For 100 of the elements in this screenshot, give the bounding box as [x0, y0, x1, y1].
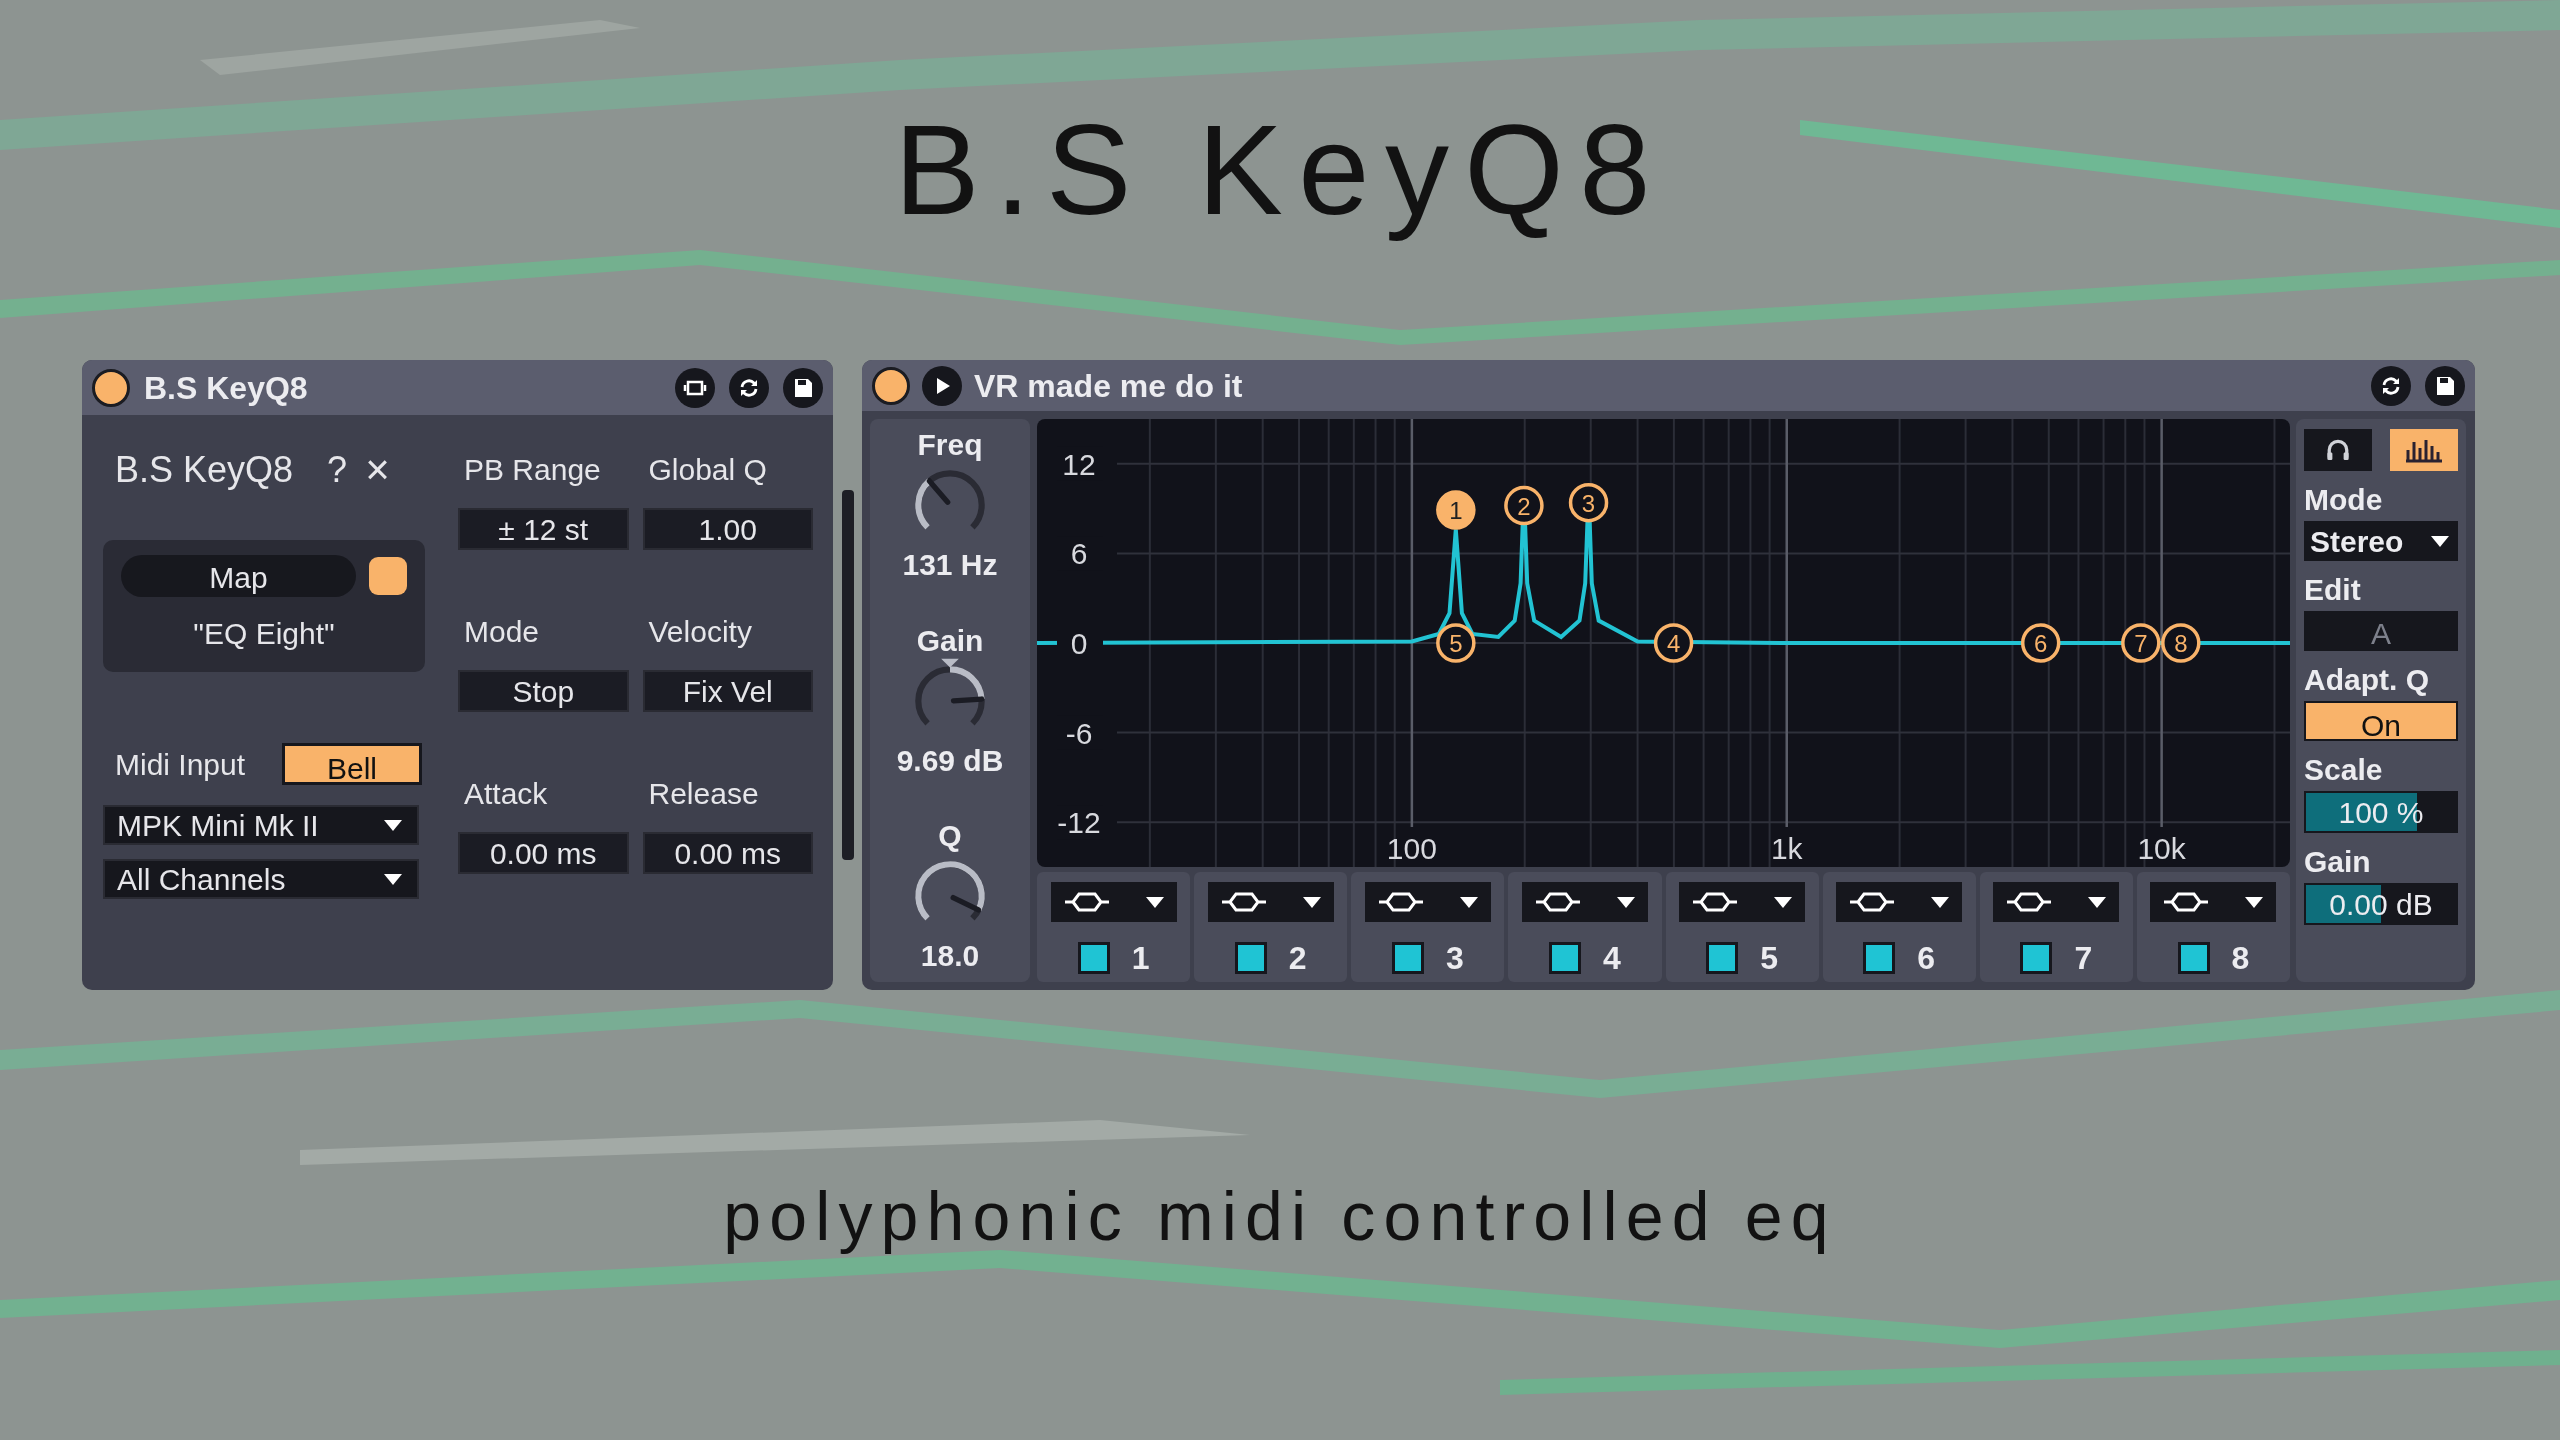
value-field[interactable]: Fix Vel [642, 670, 813, 712]
band-marker[interactable]: 5 [1436, 623, 1476, 663]
value-slider[interactable]: 100 % [2304, 791, 2458, 833]
value-field[interactable]: Stop [458, 670, 629, 712]
band-toggle[interactable] [1706, 942, 1739, 974]
filter-type-dropdown[interactable] [1679, 882, 1806, 922]
bell-curve-icon [1219, 890, 1268, 914]
band-toggle[interactable] [1391, 942, 1424, 974]
axis-label: 12 [1062, 447, 1096, 481]
axis-label: 10k [2137, 832, 2186, 865]
band-marker[interactable]: 3 [1568, 482, 1609, 523]
caret-icon [2087, 895, 2108, 909]
device-title: B.S KeyQ8 [144, 368, 308, 408]
caret-icon [1773, 895, 1794, 909]
filter-type-dropdown[interactable] [1050, 882, 1177, 922]
band-number: 3 [1445, 939, 1464, 978]
band-marker[interactable]: 4 [1653, 623, 1694, 663]
field-label: Velocity [647, 614, 753, 650]
field-label: PB Range [463, 452, 602, 488]
value-slider[interactable]: 0.00 dB [2304, 883, 2458, 925]
field-label: Gain [2304, 845, 2372, 879]
caret-icon [1615, 895, 1636, 909]
band-marker[interactable]: 7 [2121, 623, 2161, 663]
band-toggle[interactable] [1077, 942, 1110, 974]
band-toggle[interactable] [1863, 942, 1896, 974]
power-button[interactable] [92, 368, 130, 407]
close-button[interactable]: × [365, 450, 390, 490]
band-marker[interactable]: 6 [2020, 623, 2061, 663]
field-label: Attack [463, 776, 549, 812]
filter-type-dropdown[interactable] [1364, 882, 1491, 922]
band-number: 5 [1760, 939, 1778, 978]
caret-icon [2430, 534, 2450, 548]
knob[interactable]: Freq 131 Hz [902, 429, 998, 581]
play-button[interactable] [922, 365, 962, 406]
bell-curve-icon [1691, 890, 1740, 914]
save-button[interactable] [2425, 365, 2465, 406]
filter-type-dropdown[interactable] [2150, 882, 2277, 922]
save-button[interactable] [783, 367, 823, 408]
refresh-button[interactable] [2371, 365, 2411, 406]
filter-type-dropdown[interactable] [1836, 882, 1963, 922]
axis-label: -12 [1057, 806, 1101, 840]
band-number: 1 [1131, 939, 1150, 978]
adapt-q-button[interactable]: On [2304, 701, 2458, 741]
device-title: VR made me do it [974, 366, 1243, 406]
filter-type-dropdown[interactable] [1521, 882, 1648, 922]
value-field[interactable]: 0.00 ms [458, 832, 629, 874]
filter-type-dropdown[interactable] [1207, 882, 1334, 922]
frame-button[interactable] [675, 367, 715, 408]
plugin-name: B.S KeyQ8 [115, 448, 294, 492]
refresh-button[interactable] [729, 367, 769, 408]
value-field[interactable]: 0.00 ms [642, 832, 813, 874]
mapped-device-name: "EQ Eight" [193, 616, 335, 652]
field-label: Mode [2304, 483, 2384, 517]
band-toggle[interactable] [1549, 942, 1582, 974]
caret-icon [1301, 895, 1322, 909]
caret-icon [1458, 895, 1479, 909]
value-field[interactable]: ± 12 st [458, 508, 629, 550]
caret-icon [383, 818, 403, 832]
band-toggle[interactable] [2177, 942, 2210, 974]
filter-type-dropdown[interactable] [1993, 882, 2120, 922]
band-marker[interactable]: 1 [1436, 490, 1476, 530]
bell-curve-icon [1376, 890, 1425, 914]
power-button[interactable] [872, 366, 910, 405]
band-number: 8 [2231, 939, 2250, 978]
knob[interactable]: Gain 9.69 dB [896, 624, 1004, 777]
caret-icon [1144, 895, 1165, 909]
map-button[interactable]: Map [121, 555, 356, 597]
caret-icon [2244, 895, 2265, 909]
bell-curve-icon [1533, 890, 1582, 914]
field-label: Scale [2304, 753, 2384, 787]
band-toggle[interactable] [2020, 942, 2053, 974]
spectrum-button[interactable] [2390, 429, 2458, 471]
dropdown[interactable]: All Channels [103, 859, 419, 899]
bell-curve-icon [2162, 890, 2211, 914]
field-label: Release [647, 776, 760, 812]
caret-icon [383, 872, 403, 886]
value-field[interactable]: 1.00 [642, 508, 813, 550]
band-marker[interactable]: 8 [2161, 623, 2201, 663]
map-toggle[interactable] [369, 557, 407, 595]
help-button[interactable]: ? [327, 443, 348, 497]
eq-graph[interactable]: 100 1k 10k 12 6 0 -6 -12 1 2 3 5 4 6 7 8 [1037, 419, 2290, 867]
field-label: Global Q [647, 452, 768, 488]
axis-label: 0 [1070, 627, 1088, 660]
field-label: Mode [463, 614, 541, 650]
axis-label: -6 [1065, 716, 1093, 750]
knob[interactable]: Q 18.0 [906, 820, 994, 972]
band-toggle[interactable] [1234, 942, 1267, 974]
mode-dropdown[interactable]: Stereo [2304, 521, 2458, 561]
field-label: Edit [2304, 573, 2362, 607]
axis-label: 1k [1770, 832, 1803, 865]
dropdown[interactable]: MPK Mini Mk II [103, 805, 419, 845]
bell-curve-icon [1848, 890, 1897, 914]
band-marker[interactable]: 2 [1504, 485, 1544, 526]
band-number: 6 [1917, 939, 1936, 978]
band-number: 2 [1288, 939, 1307, 978]
field-label: Midi Input [114, 746, 247, 783]
page-subtitle: polyphonic midi controlled eq [723, 1177, 1837, 1256]
page-title: B.S KeyQ8 [894, 100, 1666, 240]
monitor-button[interactable] [2304, 429, 2372, 471]
input-mode-button[interactable]: Bell [282, 743, 422, 785]
